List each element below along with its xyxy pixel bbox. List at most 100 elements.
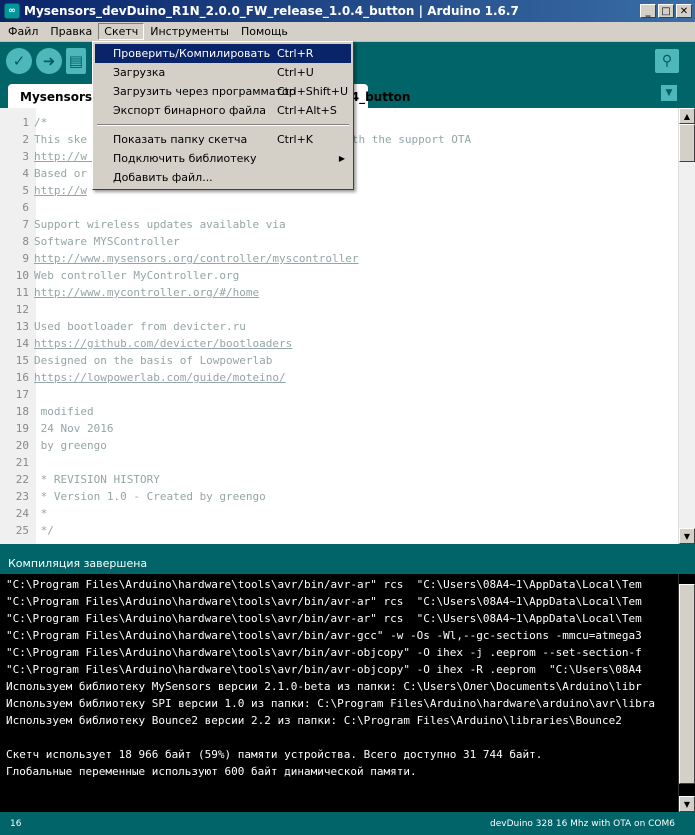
console-line: Глобальные переменные используют 600 бай… xyxy=(6,765,417,778)
code-text: 24 Nov 2016 xyxy=(34,422,114,435)
code-line: 18 modified xyxy=(0,403,677,420)
console-line: Используем библиотеку MySensors версии 2… xyxy=(6,680,642,693)
code-link[interactable]: http://www.mysensors.org/controller/mysc… xyxy=(34,252,359,265)
code-line: 25 */ xyxy=(0,522,677,539)
code-text: Based or xyxy=(34,167,87,180)
code-line: 10 Web controller MyController.org xyxy=(0,267,677,284)
code-line: 22 * REVISION HISTORY xyxy=(0,471,677,488)
line-number: 1 xyxy=(22,116,29,129)
line-number: 2 xyxy=(22,133,29,146)
line-number: 16 xyxy=(15,371,29,384)
close-button[interactable]: ✕ xyxy=(676,4,692,18)
scroll-up-arrow-icon[interactable]: ▲ xyxy=(679,108,695,124)
menu-item-add-file[interactable]: Добавить файл... xyxy=(95,168,351,187)
line-number: 9 xyxy=(22,252,29,265)
code-line: 24 * xyxy=(0,505,677,522)
line-number: 18 xyxy=(15,405,29,418)
window-title: Mysensors_devDuino_R1N_2.0.0_FW_release_… xyxy=(24,4,519,18)
status-band: Компиляция завершена xyxy=(0,544,695,574)
upload-button[interactable]: ➜ xyxy=(36,48,62,74)
code-line: 23 * Version 1.0 - Created by greengo xyxy=(0,488,677,505)
line-number: 5 xyxy=(22,184,29,197)
menu-item-show-folder[interactable]: Показать папку скетча Ctrl+K xyxy=(95,130,351,149)
console-line: "C:\Program Files\Arduino\hardware\tools… xyxy=(6,578,642,591)
menu-file[interactable]: Файл xyxy=(2,23,44,40)
code-line: 15 Designed on the basis of Lowpowerlab xyxy=(0,352,677,369)
output-console[interactable]: "C:\Program Files\Arduino\hardware\tools… xyxy=(0,574,695,812)
line-number: 8 xyxy=(22,235,29,248)
window-controls: _ □ ✕ xyxy=(640,4,692,18)
line-number: 20 xyxy=(15,439,29,452)
magnifier-icon: ⚲ xyxy=(661,53,673,69)
submenu-arrow-icon: ▶ xyxy=(338,154,345,163)
console-line: Используем библиотеку SPI версии 1.0 из … xyxy=(6,697,656,710)
console-line: "C:\Program Files\Arduino\hardware\tools… xyxy=(6,646,642,659)
code-text: Software MYSController xyxy=(34,235,180,248)
board-info: devDuino 328 16 Mhz with OTA on COM6 xyxy=(490,819,675,829)
line-number: 19 xyxy=(15,422,29,435)
code-line: 6 xyxy=(0,199,677,216)
line-number: 11 xyxy=(15,286,29,299)
maximize-button[interactable]: □ xyxy=(658,4,674,18)
tab-menu-button[interactable]: ▼ xyxy=(661,85,677,101)
console-line: "C:\Program Files\Arduino\hardware\tools… xyxy=(6,629,642,642)
code-line: 11 http://www.mycontroller.org/#/home xyxy=(0,284,677,301)
new-file-icon: ▤ xyxy=(68,52,84,70)
editor-scroll-thumb[interactable] xyxy=(679,124,695,162)
verify-button[interactable]: ✓ xyxy=(6,48,32,74)
minimize-button[interactable]: _ xyxy=(640,4,656,18)
code-text: Web controller MyController.org xyxy=(34,269,240,282)
menu-sketch[interactable]: Скетч xyxy=(98,23,145,40)
line-number: 23 xyxy=(15,490,29,503)
menu-item-include-library[interactable]: Подключить библиотеку ▶ xyxy=(95,149,351,168)
sketch-dropdown-menu: Проверить/Компилировать Ctrl+R Загрузка … xyxy=(92,41,354,190)
editor-scrollbar[interactable]: ▲ ▼ xyxy=(678,108,695,544)
line-number: 3 xyxy=(22,150,29,163)
line-number: 14 xyxy=(15,337,29,350)
code-text: Support wireless updates available via xyxy=(34,218,286,231)
line-number: 15 xyxy=(15,354,29,367)
menu-item-verify-compile[interactable]: Проверить/Компилировать Ctrl+R xyxy=(95,44,351,63)
code-line: 14 https://github.com/devicter/bootloader… xyxy=(0,335,677,352)
line-number: 17 xyxy=(15,388,29,401)
current-line-number: 16 xyxy=(10,819,22,829)
console-scroll-down-icon[interactable]: ▼ xyxy=(679,796,695,812)
code-line: 16 https://lowpowerlab.com/guide/moteino/ xyxy=(0,369,677,386)
code-line: 19 24 Nov 2016 xyxy=(0,420,677,437)
menu-edit[interactable]: Правка xyxy=(44,23,98,40)
menu-help[interactable]: Помощь xyxy=(235,23,294,40)
menu-item-upload[interactable]: Загрузка Ctrl+U xyxy=(95,63,351,82)
line-number: 6 xyxy=(22,201,29,214)
menu-item-export-binary[interactable]: Экспорт бинарного файла Ctrl+Alt+S xyxy=(95,101,351,120)
line-number: 4 xyxy=(22,167,29,180)
menu-tools[interactable]: Инструменты xyxy=(144,23,235,40)
scroll-down-arrow-icon[interactable]: ▼ xyxy=(679,528,695,544)
status-message: Компиляция завершена xyxy=(8,557,148,570)
code-link[interactable]: https://lowpowerlab.com/guide/moteino/ xyxy=(34,371,286,384)
code-text: */ xyxy=(34,524,54,537)
console-scroll-thumb[interactable] xyxy=(679,584,695,784)
line-number: 13 xyxy=(15,320,29,333)
serial-monitor-button[interactable]: ⚲ xyxy=(655,49,679,73)
code-text: by greengo xyxy=(34,439,107,452)
code-link[interactable]: http://www.mycontroller.org/#/home xyxy=(34,286,259,299)
code-text: Designed on the basis of Lowpowerlab xyxy=(34,354,273,367)
code-line: 12 xyxy=(0,301,677,318)
code-text: * REVISION HISTORY xyxy=(34,473,160,486)
new-sketch-button[interactable]: ▤ xyxy=(66,48,86,74)
code-line: 7 Support wireless updates available via xyxy=(0,216,677,233)
checkmark-icon: ✓ xyxy=(12,52,26,70)
code-link[interactable]: https://github.com/devicter/bootloaders xyxy=(34,337,292,350)
arduino-logo-icon: ∞ xyxy=(4,3,20,19)
code-link[interactable]: http://w xyxy=(34,184,87,197)
code-line: 13 Used bootloader from devicter.ru xyxy=(0,318,677,335)
code-line: 9 http://www.mysensors.org/controller/mys… xyxy=(0,250,677,267)
code-text: * xyxy=(34,507,48,520)
title-bar: ∞ Mysensors_devDuino_R1N_2.0.0_FW_releas… xyxy=(0,0,695,22)
console-line: "C:\Program Files\Arduino\hardware\tools… xyxy=(6,663,642,676)
line-number: 24 xyxy=(15,507,29,520)
menu-item-upload-programmer[interactable]: Загрузить через программатор Ctrl+Shift+… xyxy=(95,82,351,101)
console-scrollbar[interactable]: ▼ xyxy=(678,574,695,812)
line-number: 22 xyxy=(15,473,29,486)
